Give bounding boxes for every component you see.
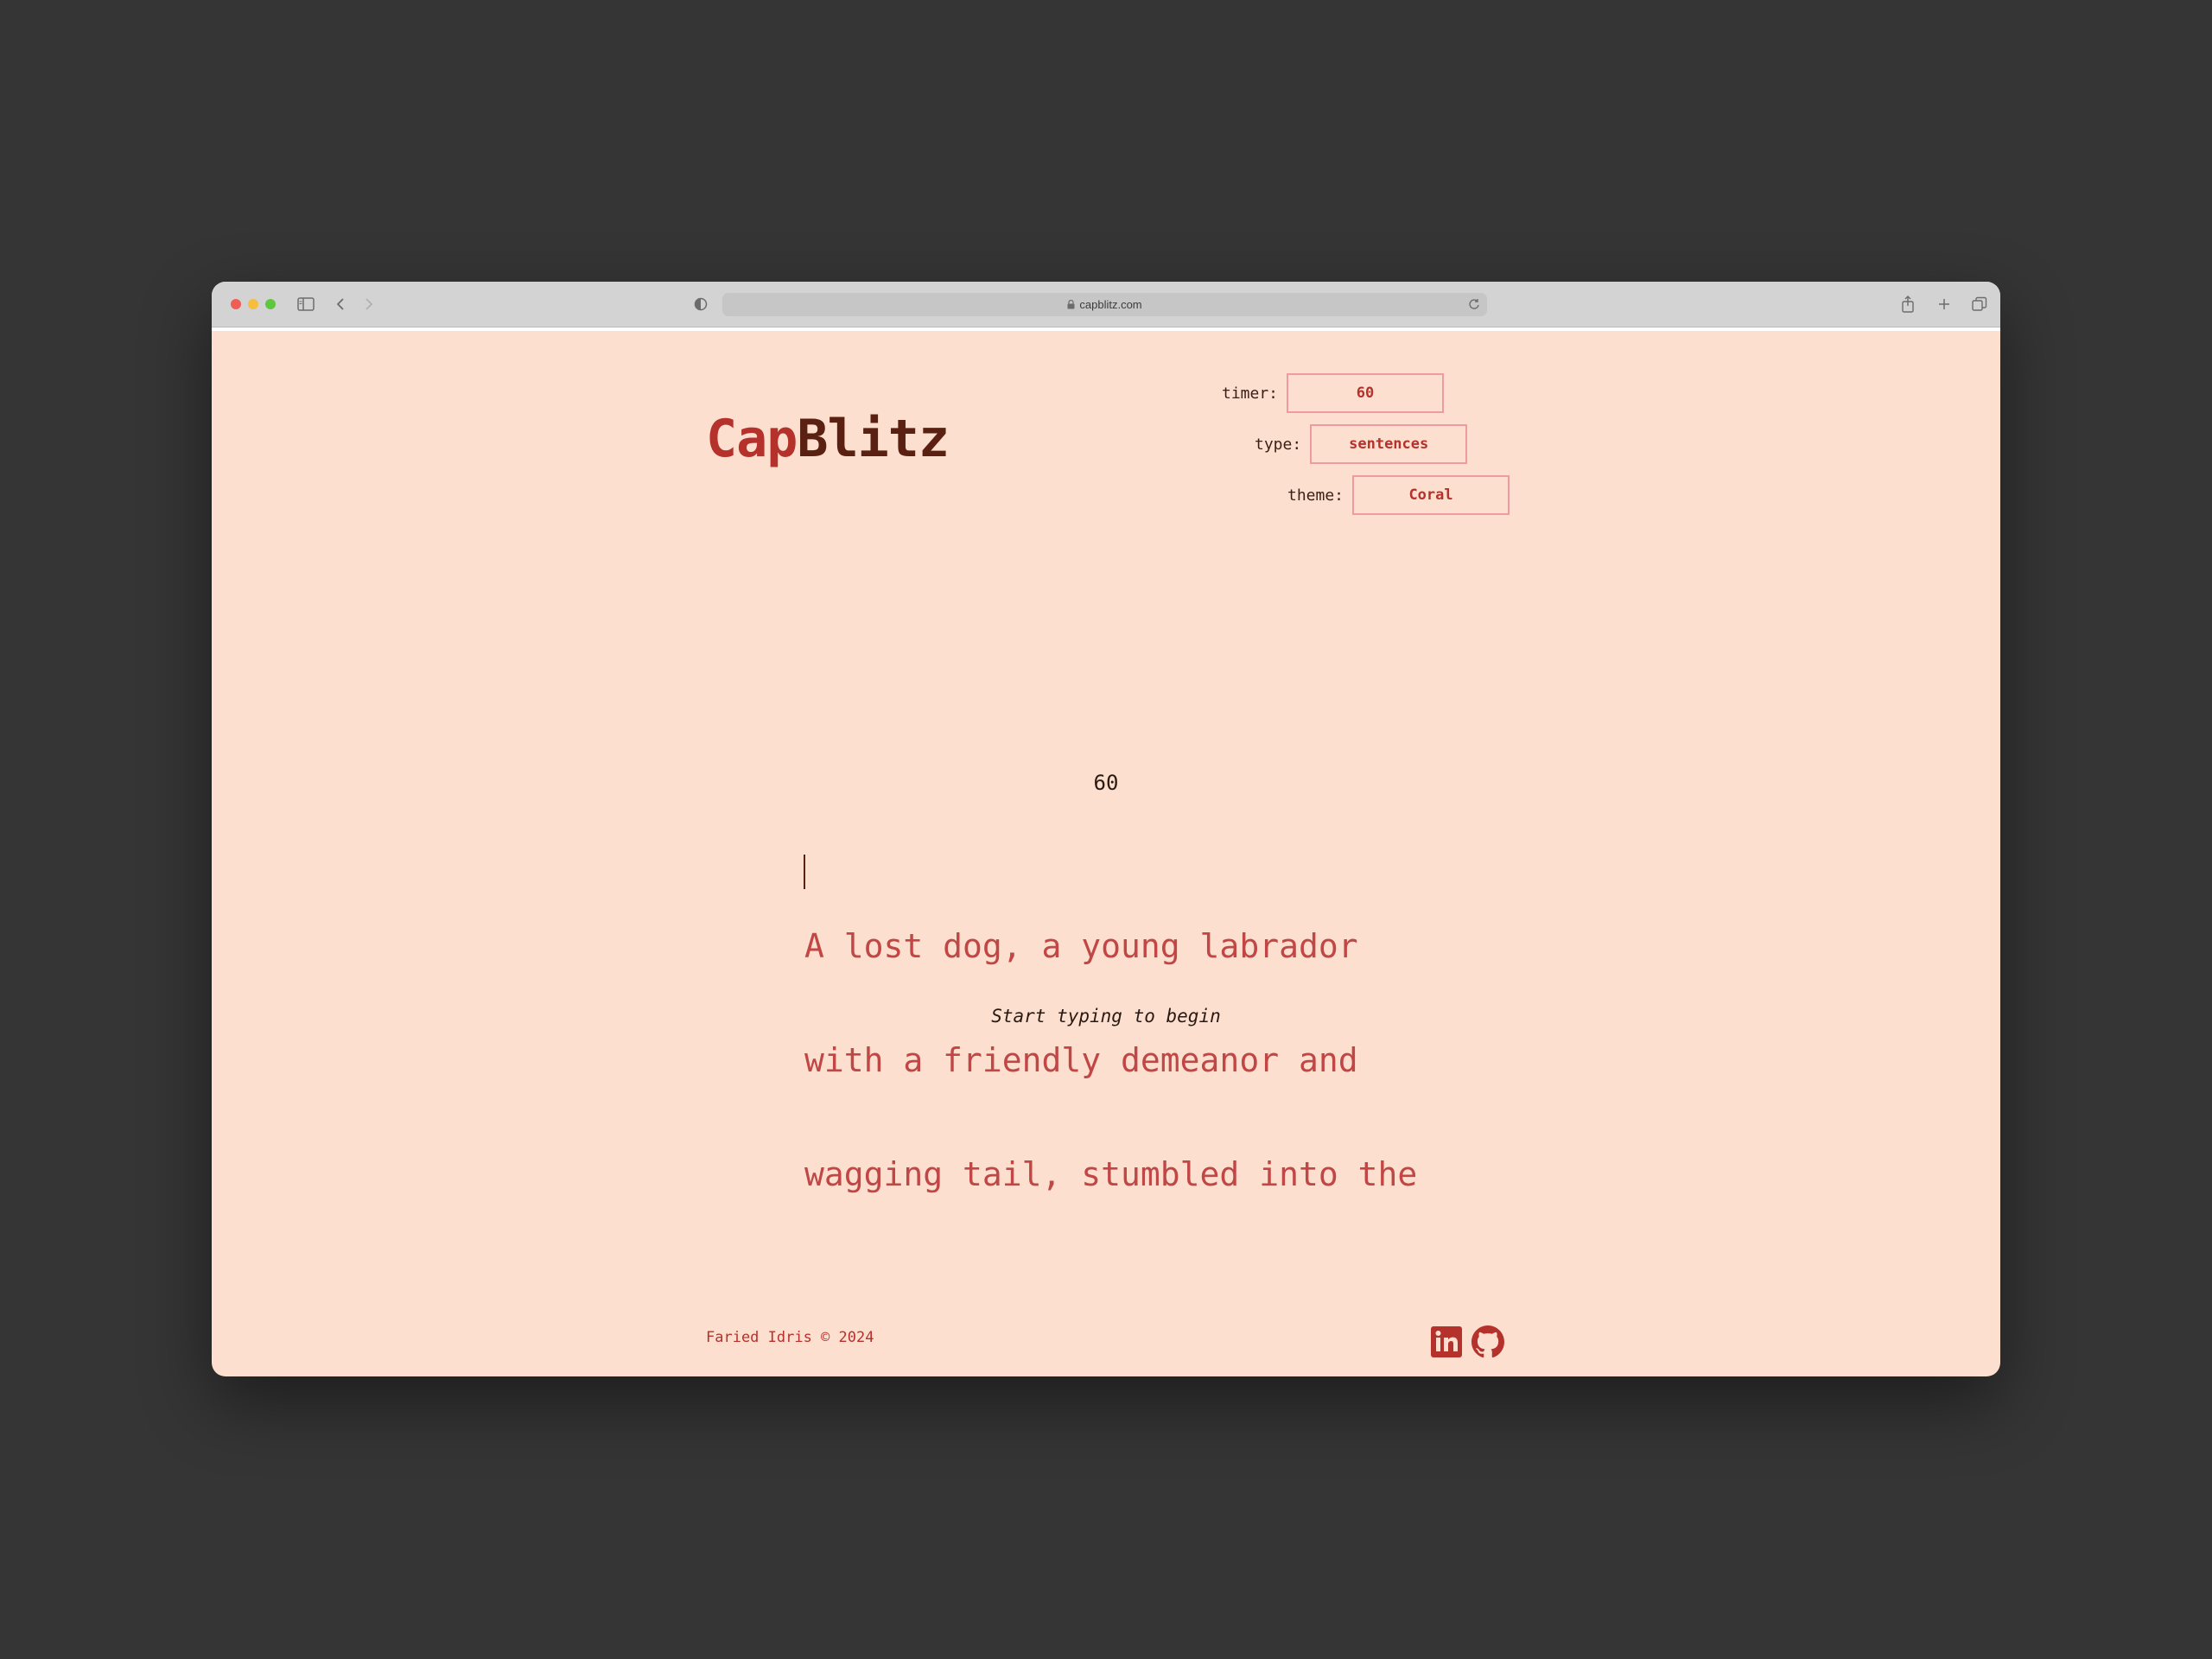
github-icon[interactable] [1471, 1325, 1504, 1358]
privacy-shield-icon[interactable] [692, 294, 709, 315]
browser-window: capblitz.com CapBlitz timer: 60 type: se… [212, 282, 2000, 1376]
typing-text-area[interactable]: A lost dog, a young labrador with a frie… [804, 851, 1418, 1269]
theme-label: theme: [1287, 486, 1344, 505]
timer-select[interactable]: 60 [1287, 373, 1445, 413]
type-select[interactable]: sentences [1310, 424, 1468, 464]
timer-setting: timer: 60 [1222, 373, 1445, 413]
logo-blitz: Blitz [797, 409, 950, 469]
browser-toolbar: capblitz.com [212, 282, 2000, 327]
site-logo[interactable]: CapBlitz [706, 413, 950, 465]
footer-copyright: Faried Idris © 2024 [706, 1329, 874, 1346]
theme-setting: theme: Coral [1287, 475, 1510, 515]
linkedin-icon[interactable] [1430, 1325, 1463, 1358]
new-tab-icon[interactable] [1934, 294, 1955, 315]
text-line: wagging tail, stumbled into the [804, 1155, 1418, 1193]
type-label: type: [1255, 435, 1302, 454]
text-line: A lost dog, a young labrador [804, 927, 1358, 965]
logo-cap: Cap [706, 409, 798, 469]
page-content: CapBlitz timer: 60 type: sentences theme… [212, 331, 2000, 1376]
close-window-button[interactable] [231, 299, 241, 309]
type-setting: type: sentences [1255, 424, 1468, 464]
text-line: with a friendly demeanor and [804, 1041, 1358, 1079]
address-bar[interactable]: capblitz.com [722, 293, 1487, 316]
tab-overview-icon[interactable] [1969, 294, 1990, 315]
theme-select[interactable]: Coral [1352, 475, 1510, 515]
lock-icon [1067, 300, 1075, 309]
share-icon[interactable] [1897, 294, 1918, 315]
countdown-timer: 60 [1093, 771, 1119, 795]
start-hint: Start typing to begin [991, 1006, 1221, 1027]
zoom-window-button[interactable] [265, 299, 276, 309]
timer-label: timer: [1222, 384, 1279, 403]
back-icon[interactable] [332, 294, 349, 315]
url-text: capblitz.com [1079, 298, 1142, 311]
forward-icon[interactable] [360, 294, 378, 315]
sidebar-toggle-icon[interactable] [296, 294, 316, 315]
minimize-window-button[interactable] [248, 299, 258, 309]
reload-icon[interactable] [1468, 298, 1480, 310]
